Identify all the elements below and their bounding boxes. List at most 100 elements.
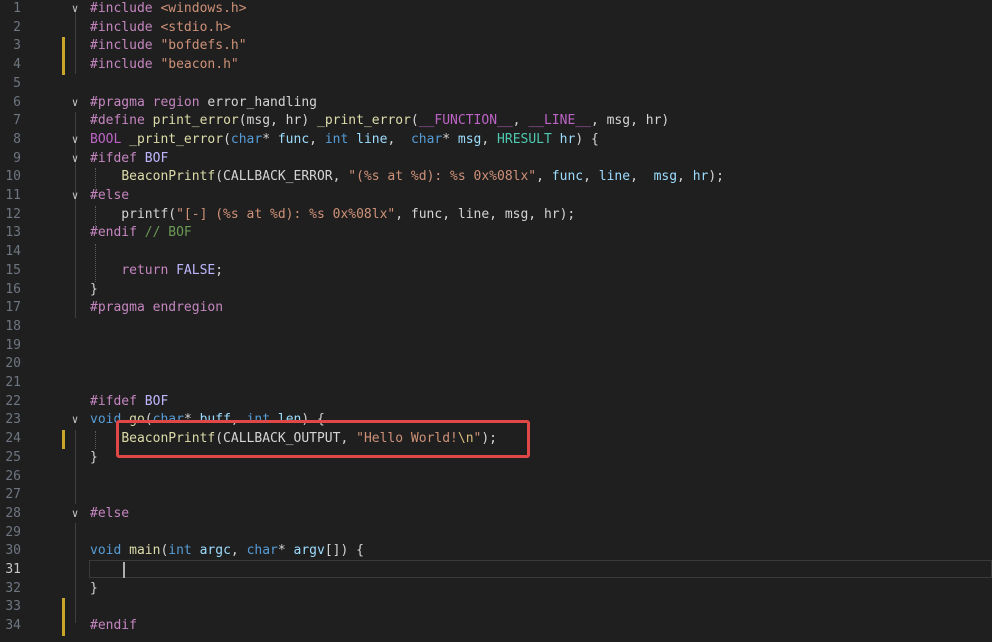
code-line[interactable]: 12 printf("[-] (%s at %d): %s 0x%08lx", … <box>0 206 992 225</box>
code-line[interactable]: 27 <box>0 486 992 505</box>
code-line[interactable]: 1 ∨ #include <windows.h> <box>0 0 992 19</box>
code-text[interactable]: #ifdef BOF <box>90 393 168 412</box>
code-token: BeaconPrintf <box>121 169 216 185</box>
code-text[interactable]: return FALSE; <box>90 262 223 281</box>
code-token: , <box>387 131 411 147</box>
modified-line-marker <box>62 430 65 449</box>
code-token: void <box>90 543 130 559</box>
code-line[interactable]: 34 #endif <box>0 617 992 636</box>
code-token: } <box>90 281 98 297</box>
code-line[interactable]: 7 #define print_error(msg, hr) _print_err… <box>0 112 992 131</box>
fold-chevron-icon[interactable]: ∨ <box>68 150 82 169</box>
line-number: 13 <box>5 225 21 241</box>
line-number: 12 <box>5 206 21 222</box>
line-number: 2 <box>13 19 21 35</box>
code-line[interactable]: 20 <box>0 355 992 374</box>
code-line[interactable]: 18 <box>0 318 992 337</box>
code-token: * <box>277 543 294 559</box>
code-token: // BOF <box>144 225 192 241</box>
code-text[interactable]: BeaconPrintf(CALLBACK_ERROR, "(%s at %d)… <box>90 168 724 187</box>
code-token: line <box>356 131 388 147</box>
code-line[interactable]: 16} <box>0 281 992 300</box>
code-line[interactable]: 3 #include "bofdefs.h" <box>0 37 992 57</box>
line-number: 5 <box>13 75 21 91</box>
code-token: #pragma <box>90 94 153 110</box>
code-line[interactable]: 10 BeaconPrintf(CALLBACK_ERROR, "(%s at … <box>0 168 992 187</box>
code-line[interactable]: 29 <box>0 524 992 543</box>
code-token: #include <box>90 1 161 16</box>
line-number: 11 <box>5 188 21 203</box>
code-text[interactable]: #else <box>90 505 129 524</box>
code-token: , <box>630 169 654 185</box>
code-line[interactable]: 28 ∨ #else <box>0 505 992 524</box>
code-token: FALSE <box>176 262 216 278</box>
line-number: 21 <box>5 375 21 390</box>
code-token: ( <box>223 131 231 147</box>
code-line[interactable]: 31 <box>0 561 992 580</box>
code-line[interactable]: 9 ∨ #ifdef BOF <box>0 150 992 169</box>
code-token: _print_error <box>317 113 411 129</box>
code-line[interactable]: 22 #ifdef BOF <box>0 393 992 412</box>
code-text[interactable]: #include "bofdefs.h" <box>90 37 247 56</box>
line-number: 6 <box>13 94 21 110</box>
code-line[interactable]: 8 ∨ BOOL _print_error(char* func, int line… <box>0 131 992 150</box>
line-number: 16 <box>5 281 21 297</box>
code-text[interactable]: #ifdef BOF <box>90 150 168 169</box>
fold-chevron-icon[interactable]: ∨ <box>68 505 82 524</box>
code-line[interactable]: 14 <box>0 243 992 262</box>
code-text[interactable]: printf("[-] (%s at %d): %s 0x%08lx", fun… <box>90 206 575 225</box>
code-line[interactable]: 19 <box>0 337 992 356</box>
code-text[interactable]: BOOL _print_error(char* func, int line, … <box>90 131 599 150</box>
code-text[interactable]: #pragma endregion <box>90 299 223 318</box>
code-line[interactable]: 11 ∨ #else <box>0 187 992 206</box>
code-text[interactable]: #include "beacon.h" <box>90 56 239 75</box>
code-line[interactable]: 15 return FALSE; <box>0 262 992 281</box>
code-token: char <box>410 131 443 147</box>
code-line[interactable]: 5 <box>0 75 992 94</box>
code-token: #else <box>90 188 130 203</box>
code-editor[interactable]: 1 ∨ #include <windows.h> 2 #include <stdio.h… <box>0 0 992 642</box>
fold-chevron-icon[interactable]: ∨ <box>68 0 82 19</box>
code-text[interactable]: #endif <box>90 617 137 636</box>
code-line[interactable]: 21 <box>0 374 992 393</box>
fold-chevron-icon[interactable]: ∨ <box>68 411 82 430</box>
code-line[interactable]: 30 void main(int argc, char* argv[]) { <box>0 542 992 561</box>
code-line[interactable]: 6 ∨ #pragma region error_handling <box>0 94 992 113</box>
code-text[interactable]: #include <windows.h> <box>90 0 247 19</box>
code-token: []) { <box>324 543 364 559</box>
code-token: #endif <box>90 225 145 241</box>
code-line[interactable]: 33 <box>0 598 992 618</box>
code-token: , <box>536 169 552 185</box>
line-number: 28 <box>5 505 21 521</box>
code-text[interactable]: #define print_error(msg, hr) _print_erro… <box>90 112 669 131</box>
line-number: 27 <box>5 487 21 503</box>
fold-chevron-icon[interactable]: ∨ <box>68 131 82 150</box>
code-token: func <box>277 131 310 147</box>
line-number: 19 <box>5 337 21 353</box>
code-text[interactable]: #pragma region error_handling <box>90 94 317 113</box>
code-line[interactable]: 13 #endif // BOF <box>0 224 992 243</box>
code-token: "bofdefs.h" <box>160 38 247 54</box>
code-token: #ifdef <box>90 393 145 409</box>
line-number: 25 <box>5 449 21 465</box>
code-line[interactable]: 2 #include <stdio.h> <box>0 19 992 38</box>
line-number: 29 <box>5 524 21 540</box>
code-token: #else <box>90 505 130 521</box>
code-line[interactable]: 4 #include "beacon.h" <box>0 56 992 75</box>
code-line[interactable]: 32} <box>0 580 992 599</box>
code-token: char <box>246 543 278 559</box>
code-text[interactable]: } <box>90 281 98 300</box>
line-number: 24 <box>5 431 21 447</box>
fold-chevron-icon[interactable]: ∨ <box>68 187 82 206</box>
line-number: 32 <box>5 580 21 596</box>
fold-chevron-icon[interactable]: ∨ <box>68 94 82 113</box>
code-text[interactable]: } <box>90 449 98 468</box>
code-text[interactable]: #endif // BOF <box>90 224 192 243</box>
code-text[interactable]: void main(int argc, char* argv[]) { <box>90 542 364 561</box>
code-text[interactable]: } <box>90 580 98 599</box>
code-line[interactable]: 17 #pragma endregion <box>0 299 992 318</box>
code-text[interactable]: #else <box>90 187 129 206</box>
code-text[interactable]: #include <stdio.h> <box>90 19 231 38</box>
code-line[interactable]: 26 <box>0 468 992 487</box>
